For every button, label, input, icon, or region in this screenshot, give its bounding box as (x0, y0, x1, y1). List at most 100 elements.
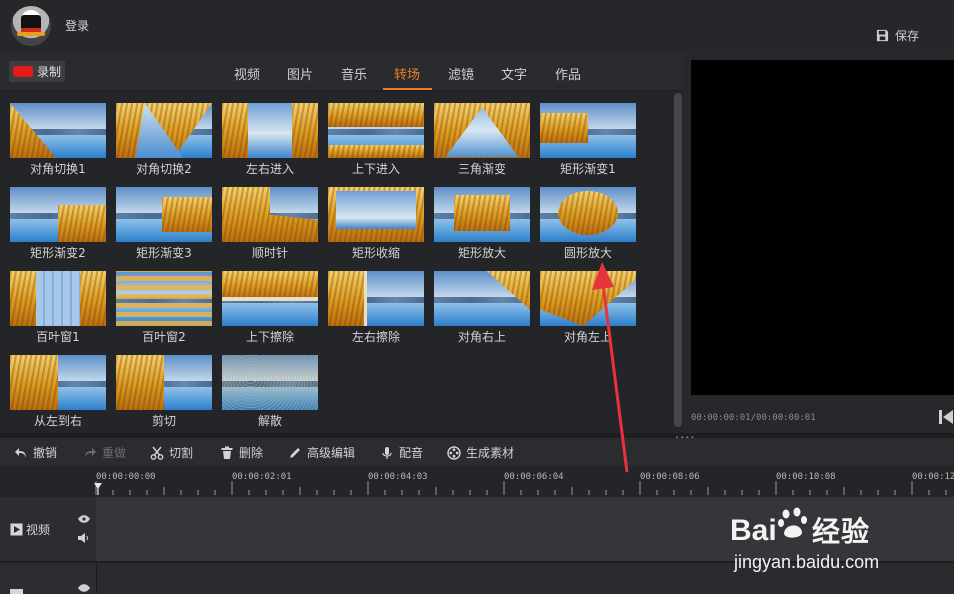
playhead-icon[interactable] (93, 483, 103, 495)
transition-thumbnail[interactable] (10, 187, 106, 242)
ruler-tick-label: 00:00:06:04 (504, 472, 564, 482)
transition-thumbnail[interactable] (116, 187, 212, 242)
video-track-label: 视频 (10, 521, 50, 538)
record-button[interactable]: 录制 (9, 61, 65, 82)
generate-material-button[interactable]: 生成素材 (447, 444, 514, 461)
save-label: 保存 (895, 28, 920, 43)
transition-label[interactable]: 百叶窗2 (116, 328, 212, 345)
skip-back-icon[interactable] (938, 409, 954, 425)
transition-label[interactable]: 左右进入 (222, 160, 318, 177)
transition-label[interactable]: 矩形渐变3 (116, 244, 212, 261)
transition-thumbnail[interactable] (328, 103, 424, 158)
film-reel-icon (447, 445, 461, 460)
grid-scrollbar[interactable] (674, 93, 682, 427)
undo-label: 撤销 (33, 446, 58, 460)
transition-thumbnail[interactable] (328, 271, 424, 326)
speaker-icon[interactable] (78, 533, 90, 543)
tab-music[interactable]: 音乐 (341, 64, 367, 83)
transition-label[interactable]: 对角切换1 (10, 160, 106, 177)
transition-thumbnail[interactable] (116, 271, 212, 326)
ruler-tick-label: 00:00:04:03 (368, 472, 428, 482)
redo-icon (85, 447, 96, 458)
delete-button[interactable]: 删除 (220, 444, 263, 461)
transition-thumbnail[interactable] (434, 103, 530, 158)
annotation-arrow (592, 262, 629, 473)
transition-label[interactable]: 左右擦除 (328, 328, 424, 345)
play-box-icon (10, 523, 23, 536)
video-track-name: 视频 (26, 523, 51, 537)
redo-button[interactable]: 重做 (83, 444, 126, 461)
watermark-url: jingyan.baidu.com (734, 552, 880, 572)
scissors-icon (150, 446, 164, 460)
transition-label[interactable]: 解散 (222, 412, 318, 429)
ruler-tick-label: 00:00:00:00 (96, 472, 156, 482)
transition-label[interactable]: 百叶窗1 (10, 328, 106, 345)
transition-label[interactable]: 矩形渐变1 (540, 160, 636, 177)
save-icon (876, 29, 889, 41)
save-button[interactable]: 保存 (876, 26, 919, 44)
transition-label[interactable]: 上下擦除 (222, 328, 318, 345)
transition-label[interactable]: 对角右上 (434, 328, 530, 345)
transition-label[interactable]: 矩形渐变2 (10, 244, 106, 261)
watermark-brand-text: 经验 (812, 516, 871, 547)
tab-video[interactable]: 视频 (234, 64, 260, 83)
advanced-edit-button[interactable]: 高级编辑 (288, 444, 355, 461)
ruler-tick-label: 00:00:02:01 (232, 472, 292, 482)
dub-button[interactable]: 配音 (380, 444, 423, 461)
pencil-icon (290, 447, 300, 458)
transition-thumbnail[interactable] (222, 355, 318, 410)
transition-thumbnail[interactable] (434, 271, 530, 326)
paw-icon (778, 507, 807, 538)
trash-icon (221, 446, 233, 459)
transition-thumbnail[interactable] (10, 271, 106, 326)
record-icon (13, 66, 33, 77)
transition-thumbnail[interactable] (116, 355, 212, 410)
transition-label[interactable]: 对角切换2 (116, 160, 212, 177)
undo-icon (15, 447, 26, 458)
transition-thumbnail[interactable] (10, 103, 106, 158)
cut-label: 切割 (169, 446, 194, 460)
tab-works[interactable]: 作品 (555, 64, 581, 83)
tab-filter[interactable]: 滤镜 (448, 64, 474, 83)
track-headers (0, 497, 97, 594)
redo-label: 重做 (102, 446, 127, 460)
undo-button[interactable]: 撤销 (14, 444, 57, 461)
transition-thumbnail[interactable] (540, 187, 636, 242)
transition-thumbnail[interactable] (222, 103, 318, 158)
transition-label[interactable]: 剪切 (116, 412, 212, 429)
transition-label[interactable]: 顺时针 (222, 244, 318, 261)
preview-screen (691, 60, 954, 395)
transition-thumbnail[interactable] (222, 271, 318, 326)
active-tab-indicator (383, 88, 432, 90)
transition-label[interactable]: 矩形放大 (434, 244, 530, 261)
transition-thumbnail[interactable] (10, 355, 106, 410)
ruler-tick-label: 00:00:12 (912, 472, 954, 482)
transition-label[interactable]: 三角渐变 (434, 160, 530, 177)
tab-text[interactable]: 文字 (501, 64, 527, 83)
login-link[interactable]: 登录 (65, 17, 89, 34)
microphone-icon (382, 446, 392, 459)
delete-label: 删除 (239, 446, 264, 460)
tab-image[interactable]: 图片 (287, 64, 313, 83)
transition-label[interactable]: 从左到右 (10, 412, 106, 429)
advanced-edit-label: 高级编辑 (307, 446, 356, 460)
cut-button[interactable]: 切割 (150, 444, 193, 461)
eye-icon[interactable] (78, 584, 90, 592)
transition-thumbnail[interactable] (434, 187, 530, 242)
transition-label[interactable]: 圆形放大 (540, 244, 636, 261)
tab-transition[interactable]: 转场 (394, 64, 420, 83)
transition-label[interactable]: 上下进入 (328, 160, 424, 177)
transition-thumbnail[interactable] (116, 103, 212, 158)
transition-thumbnail[interactable] (540, 103, 636, 158)
app-logo-icon (11, 6, 51, 46)
eye-icon[interactable] (78, 515, 90, 523)
transition-thumbnail[interactable] (328, 187, 424, 242)
transition-label[interactable]: 矩形收缩 (328, 244, 424, 261)
transition-thumbnail[interactable] (222, 187, 318, 242)
generate-material-label: 生成素材 (466, 446, 515, 460)
ruler-tick-label: 00:00:10:08 (776, 472, 836, 482)
dub-label: 配音 (399, 446, 424, 460)
ruler-tick-label: 00:00:08:06 (640, 472, 700, 482)
top-bar (0, 0, 954, 52)
track-icon (10, 589, 23, 594)
